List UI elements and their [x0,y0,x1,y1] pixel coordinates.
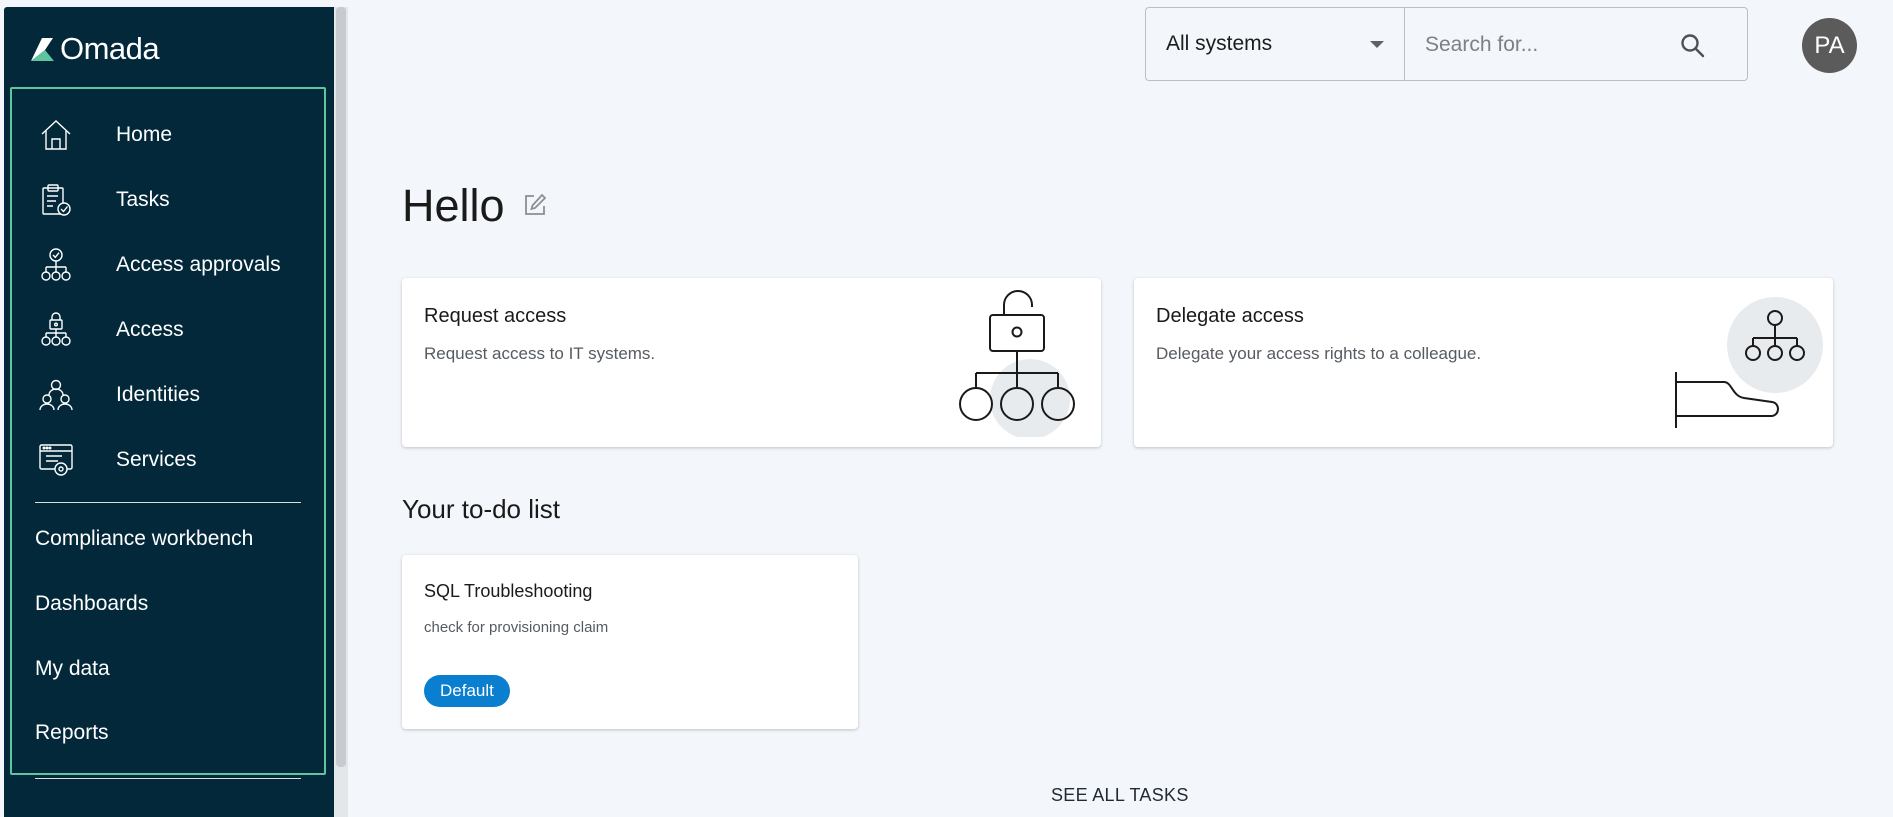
request-access-card[interactable]: Request access Request access to IT syst… [402,278,1101,447]
sidebar-item-access-approvals[interactable]: Access approvals [12,237,322,293]
status-badge: Default [424,675,510,707]
todo-card[interactable]: SQL Troubleshooting check for provisioni… [402,555,858,729]
see-all-tasks-link[interactable]: SEE ALL TASKS [1051,785,1189,806]
nav-divider [35,502,301,503]
edit-pencil-icon[interactable] [522,192,548,218]
sidebar-scrollbar-thumb[interactable] [336,7,346,767]
request-access-illustration [959,290,1075,437]
sidebar-item-access[interactable]: Access [12,302,322,358]
sidebar-item-home[interactable]: Home [12,107,322,163]
sidebar-item-label: Tasks [116,188,170,211]
card-title: Request access [424,305,567,327]
access-approvals-icon [41,248,71,281]
page-title: Hello [402,180,505,231]
sidebar: Omada Home Tasks Access approvals Access… [4,7,334,817]
sidebar-item-label: Access [116,318,184,341]
card-title: Delegate access [1156,305,1304,327]
identities-icon [39,379,73,411]
omada-logo-icon [31,38,54,61]
tasks-clipboard-icon [42,184,71,216]
omada-logo[interactable]: Omada [28,31,160,67]
sidebar-item-label: Services [116,448,197,471]
chevron-down-icon [1370,41,1384,48]
nav-focus-frame: Home Tasks Access approvals Access Ident… [10,87,326,779]
brand-name: Omada [60,31,160,66]
sidebar-item-label: Identities [116,383,201,406]
todo-title: SQL Troubleshooting [424,581,593,601]
sidebar-item-label: Home [116,123,173,146]
sidebar-item-dashboards[interactable]: Dashboards [35,592,148,616]
search-box[interactable] [1404,7,1748,81]
sidebar-item-my-data[interactable]: My data [35,657,110,681]
sidebar-item-label: Access approvals [116,253,281,276]
sidebar-item-identities[interactable]: Identities [12,367,322,423]
todo-heading: Your to-do list [402,494,561,524]
delegate-access-illustration [1675,297,1823,428]
avatar[interactable]: PA [1802,18,1857,73]
system-select-dropdown[interactable]: All systems [1145,7,1405,81]
search-input[interactable] [1423,28,1687,62]
card-description: Delegate your access rights to a colleag… [1156,344,1482,363]
search-icon[interactable] [1679,32,1707,60]
nav-divider [35,778,301,779]
sidebar-item-reports[interactable]: Reports [35,721,109,745]
delegate-access-card[interactable]: Delegate access Delegate your access rig… [1134,278,1833,447]
home-icon [41,120,71,150]
sidebar-item-services[interactable]: Services [12,432,322,488]
card-description: Request access to IT systems. [424,344,656,363]
system-select-value: All systems [1166,32,1273,55]
sidebar-item-tasks[interactable]: Tasks [12,172,322,228]
services-icon [39,444,73,476]
sidebar-item-compliance-workbench[interactable]: Compliance workbench [35,527,253,551]
access-lock-icon [41,312,71,346]
todo-description: check for provisioning claim [424,619,609,636]
